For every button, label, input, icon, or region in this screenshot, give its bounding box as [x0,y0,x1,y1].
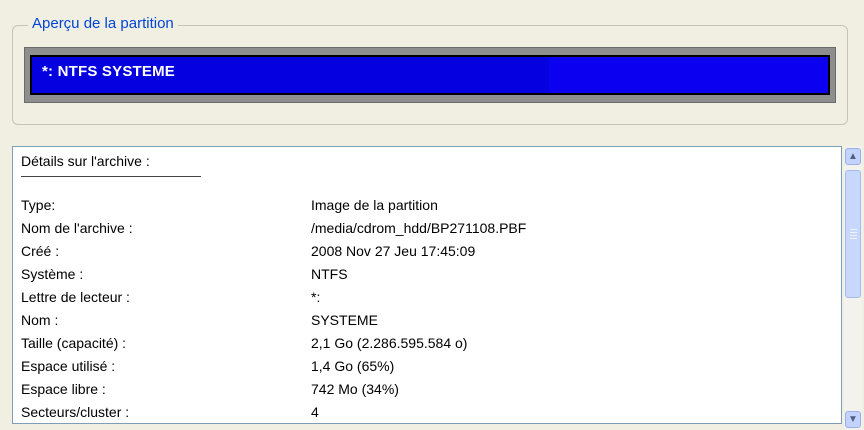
detail-row-free-space: Espace libre : 742 Mo (34%) [21,379,821,399]
detail-row-type: Type: Image de la partition [21,195,821,215]
detail-label: Espace libre : [21,381,106,397]
detail-row-name: Nom : SYSTEME [21,310,821,330]
grip-line [850,238,857,239]
partition-map: *: NTFS SYSTEME [24,47,836,103]
scroll-up-button[interactable]: ▲ [845,148,861,165]
grip-line [850,235,857,236]
detail-value: 2008 Nov 27 Jeu 17:45:09 [311,243,476,259]
detail-row-drive-letter: Lettre de lecteur : *: [21,287,821,307]
details-scrollbar[interactable]: ▲ ▼ [844,146,862,430]
detail-row-created: Créé : 2008 Nov 27 Jeu 17:45:09 [21,241,821,261]
grip-line [850,229,857,230]
details-separator [21,176,201,177]
detail-label: Type: [21,197,56,213]
scroll-down-button[interactable]: ▼ [845,411,861,428]
detail-row-sectors-per-cluster: Secteurs/cluster : 4 [21,402,821,422]
detail-row-filesystem: Système : NTFS [21,264,821,284]
archive-details-panel: Détails sur l'archive : Type: Image de l… [12,146,842,424]
detail-row-archive-name: Nom de l'archive : /media/cdrom_hdd/BP27… [21,218,821,238]
detail-value: 742 Mo (34%) [311,381,399,397]
detail-row-size: Taille (capacité) : 2,1 Go (2.286.595.58… [21,333,821,353]
detail-value: 4 [311,404,319,420]
partition-bar[interactable]: *: NTFS SYSTEME [30,55,830,95]
detail-label: Lettre de lecteur : [21,289,130,305]
detail-value: Image de la partition [311,197,438,213]
detail-label: Nom : [21,312,59,328]
detail-label: Espace utilisé : [21,358,116,374]
grip-line [850,232,857,233]
detail-label: Taille (capacité) : [21,335,127,351]
detail-value: 2,1 Go (2.286.595.584 o) [311,335,468,351]
detail-label: Nom de l'archive : [21,220,133,236]
chevron-down-icon: ▼ [848,414,858,425]
partition-preview-title: Aperçu de la partition [28,14,178,34]
detail-row-used-space: Espace utilisé : 1,4 Go (65%) [21,356,821,376]
detail-value: SYSTEME [311,312,378,328]
detail-value: 1,4 Go (65%) [311,358,395,374]
detail-label: Secteurs/cluster : [21,404,130,420]
detail-value: *: [311,289,321,305]
detail-value: NTFS [311,266,348,282]
detail-label: Créé : [21,243,60,259]
scroll-thumb[interactable] [845,170,861,298]
partition-label: *: NTFS SYSTEME [42,63,176,80]
details-heading: Détails sur l'archive : [21,153,150,169]
detail-value: /media/cdrom_hdd/BP271108.PBF [311,220,527,236]
chevron-up-icon: ▲ [848,151,858,162]
detail-label: Système : [21,266,84,282]
